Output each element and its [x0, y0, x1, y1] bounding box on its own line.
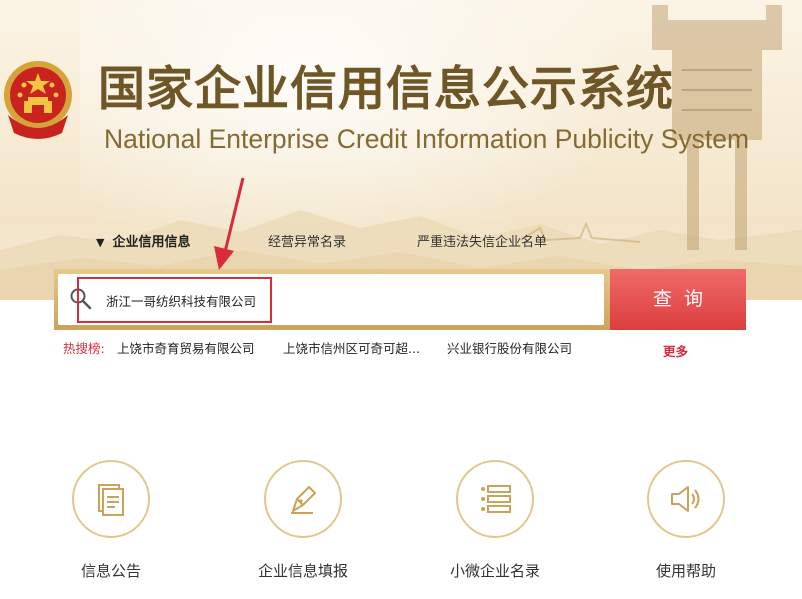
- hot-search-list: 热搜榜: 上饶市奇育贸易有限公司 上饶市信州区可奇可超... 兴业银行股份有限公…: [63, 340, 572, 358]
- service-announcement[interactable]: 信息公告: [56, 460, 166, 581]
- pen-icon: [291, 486, 316, 514]
- list-icon: [481, 485, 511, 513]
- service-icon-circle: [456, 460, 534, 538]
- service-icon-circle: [264, 460, 342, 538]
- service-info-filing[interactable]: 企业信息填报: [248, 460, 358, 581]
- national-emblem-icon: [4, 61, 72, 139]
- service-icon-circle: [647, 460, 725, 538]
- page-title: 国家企业信用信息公示系统: [98, 62, 674, 117]
- service-small-micro-list[interactable]: 小微企业名录: [440, 460, 550, 581]
- tab-enterprise-credit[interactable]: ▼ 企业信用信息: [96, 233, 190, 253]
- service-help[interactable]: 使用帮助: [631, 460, 741, 581]
- hot-search-item[interactable]: 兴业银行股份有限公司: [447, 340, 572, 358]
- document-icon: [98, 484, 124, 516]
- search-tabs: ▼ 企业信用信息 经营异常名录 严重违法失信企业名单: [0, 233, 802, 253]
- hot-search-item[interactable]: 上饶市奇育贸易有限公司: [117, 340, 255, 358]
- search-button[interactable]: 查询: [610, 269, 746, 330]
- speaker-icon: [671, 486, 700, 512]
- triangle-down-icon: ▼: [96, 236, 105, 249]
- service-label: 使用帮助: [655, 562, 716, 580]
- annotation-highlight-box: [77, 277, 272, 323]
- page-subtitle: National Enterprise Credit Information P…: [104, 124, 750, 154]
- more-link[interactable]: 更多: [663, 341, 688, 360]
- hot-search-item[interactable]: 上饶市信州区可奇可超...: [283, 340, 420, 358]
- tab-abnormal-list[interactable]: 经营异常名录: [268, 233, 346, 253]
- service-label: 企业信息填报: [257, 562, 348, 580]
- tab-serious-violation-list[interactable]: 严重违法失信企业名单: [417, 233, 547, 253]
- hot-search-label: 热搜榜:: [63, 341, 105, 356]
- service-icon-circle: [72, 460, 150, 538]
- service-label: 小微企业名录: [449, 562, 540, 580]
- service-label: 信息公告: [80, 562, 141, 580]
